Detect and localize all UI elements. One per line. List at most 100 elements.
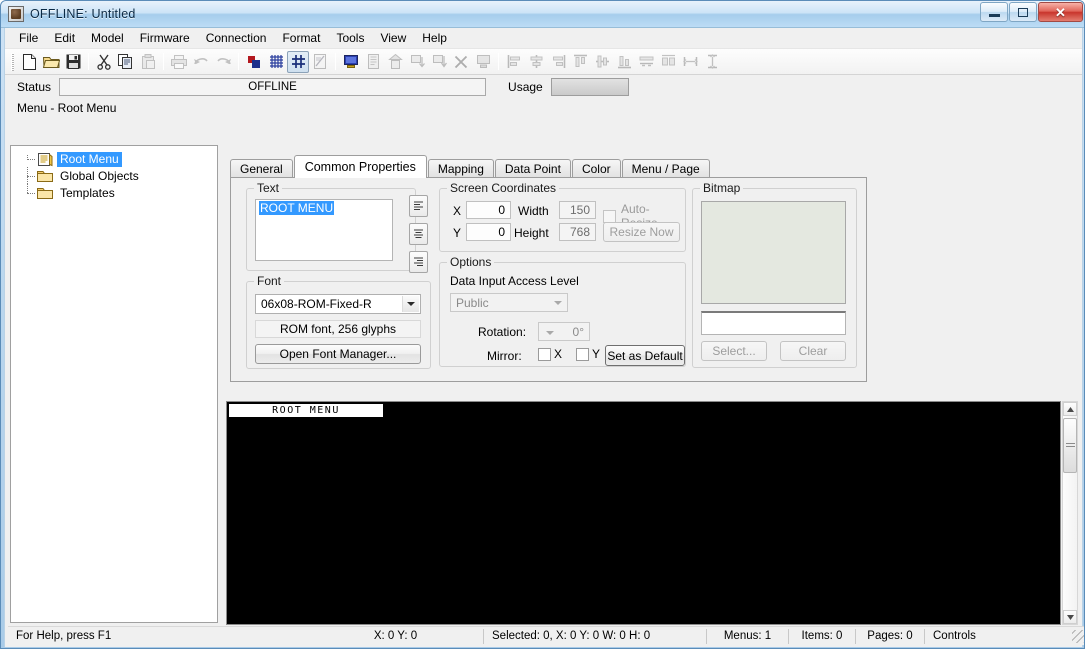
bitmap-clear-button[interactable]: Clear xyxy=(780,341,846,361)
align-right-text-icon[interactable] xyxy=(409,251,428,273)
open-folder-icon[interactable] xyxy=(40,51,62,73)
rotation-select[interactable]: 0° xyxy=(538,322,590,341)
tab-data-point[interactable]: Data Point xyxy=(494,159,571,178)
sidebar-item-global-objects[interactable]: Global Objects xyxy=(11,167,217,185)
canvas-area: ROOT MENU xyxy=(226,401,1078,642)
width-label: Width xyxy=(518,204,549,218)
export-menu-icon xyxy=(384,51,406,73)
menu-view[interactable]: View xyxy=(372,28,414,49)
scroll-thumb-vertical[interactable] xyxy=(1063,418,1077,473)
toolbar-grip[interactable] xyxy=(11,52,14,71)
open-font-manager-button[interactable]: Open Font Manager... xyxy=(255,344,421,364)
menu-tools[interactable]: Tools xyxy=(328,28,372,49)
insert-above-icon xyxy=(406,51,428,73)
common-properties-panel: Text ROOT MENU Font 06x08-ROM-Fixed-R RO… xyxy=(230,177,867,382)
bitmap-path-input[interactable] xyxy=(701,311,846,335)
mirror-x-checkbox[interactable] xyxy=(538,347,551,361)
mirror-x-row: X xyxy=(538,347,562,361)
usage-progress-bar xyxy=(550,78,629,96)
height-label: Height xyxy=(514,226,549,240)
align-left-text-icon[interactable] xyxy=(409,195,428,217)
tab-color[interactable]: Color xyxy=(571,159,621,178)
color-swatch-icon[interactable] xyxy=(243,51,265,73)
height-input[interactable]: 768 xyxy=(559,223,596,241)
align-top-icon xyxy=(569,51,591,73)
align-center-text-icon[interactable] xyxy=(409,223,428,245)
sidebar-item-root-menu[interactable]: Root Menu xyxy=(11,151,217,168)
font-select-value: 06x08-ROM-Fixed-R xyxy=(261,297,372,311)
app-icon xyxy=(8,6,24,22)
resize-grip[interactable] xyxy=(1072,630,1084,643)
scroll-down-button[interactable] xyxy=(1063,610,1077,624)
y-input[interactable]: 0 xyxy=(466,223,511,241)
x-input[interactable]: 0 xyxy=(466,201,511,219)
auto-resize-checkbox[interactable] xyxy=(603,209,616,223)
menu-file[interactable]: File xyxy=(11,28,46,49)
canvas-vertical-scrollbar[interactable] xyxy=(1062,401,1078,625)
mirror-y-checkbox[interactable] xyxy=(576,347,589,361)
close-button[interactable]: ✕ xyxy=(1038,2,1083,22)
maximize-button[interactable] xyxy=(1009,2,1037,22)
toolbar xyxy=(5,49,1082,75)
toolbar-separator xyxy=(88,53,89,70)
menu-format[interactable]: Format xyxy=(274,28,328,49)
mirror-y-label: Y xyxy=(592,347,601,361)
edit-page-icon xyxy=(309,51,331,73)
resize-now-button[interactable]: Resize Now xyxy=(603,222,680,242)
text-align-buttons xyxy=(409,195,428,273)
insert-below-icon xyxy=(428,51,450,73)
tab-common-properties[interactable]: Common Properties xyxy=(293,155,427,178)
font-select[interactable]: 06x08-ROM-Fixed-R xyxy=(255,294,421,314)
menu-preview-canvas[interactable]: ROOT MENU xyxy=(226,401,1061,625)
new-icon[interactable] xyxy=(18,51,40,73)
chevron-down-icon xyxy=(546,331,554,335)
chevron-down-icon xyxy=(402,296,419,312)
mirror-x-label: X xyxy=(554,347,563,361)
access-level-value: Public xyxy=(456,295,489,310)
align-middle-v-icon xyxy=(591,51,613,73)
menu-help[interactable]: Help xyxy=(414,28,455,49)
object-tree[interactable]: Root Menu Global Objects Templates xyxy=(10,145,218,623)
controls-label: Controls xyxy=(933,630,976,642)
selection-info: Selected: 0, X: 0 Y: 0 W: 0 H: 0 xyxy=(492,630,651,642)
import-menu-icon xyxy=(362,51,384,73)
text-input-value: ROOT MENU xyxy=(259,201,335,215)
scroll-up-button[interactable] xyxy=(1063,402,1077,416)
access-level-select[interactable]: Public xyxy=(450,293,568,312)
bitmap-select-button[interactable]: Select... xyxy=(701,341,767,361)
pages-count: Pages: 0 xyxy=(867,630,913,642)
text-input[interactable]: ROOT MENU xyxy=(255,199,393,261)
menu-edit[interactable]: Edit xyxy=(46,28,83,49)
menu-firmware[interactable]: Firmware xyxy=(132,28,198,49)
toolbar-separator xyxy=(163,53,164,70)
bitmap-legend: Bitmap xyxy=(700,181,744,195)
root-menu-preview[interactable]: ROOT MENU xyxy=(229,404,383,624)
monitor-preview-icon[interactable] xyxy=(340,51,362,73)
snap-to-grid-icon[interactable] xyxy=(287,50,309,73)
sidebar-item-templates[interactable]: Templates xyxy=(11,184,217,202)
maximize-icon xyxy=(1018,7,1028,17)
window-title: OFFLINE: Untitled xyxy=(30,7,136,21)
toolbar-separator xyxy=(238,53,239,70)
align-right-icon xyxy=(547,51,569,73)
minimize-button[interactable] xyxy=(980,2,1008,22)
save-disk-icon[interactable] xyxy=(62,51,84,73)
menus-count: Menus: 1 xyxy=(723,630,772,642)
set-as-default-button[interactable]: Set as Default xyxy=(605,345,685,366)
minimize-icon xyxy=(988,13,1000,17)
delete-x-icon xyxy=(450,51,472,73)
tree-connector xyxy=(19,167,37,185)
tab-mapping[interactable]: Mapping xyxy=(427,159,494,178)
bitmap-preview xyxy=(701,201,846,304)
menu-model[interactable]: Model xyxy=(83,28,132,49)
tab-menu-page[interactable]: Menu / Page xyxy=(621,159,710,178)
text-group: Text ROOT MENU xyxy=(246,181,416,271)
menu-connection[interactable]: Connection xyxy=(198,28,275,49)
tab-general[interactable]: General xyxy=(230,159,293,178)
copy-icon[interactable] xyxy=(115,51,137,73)
font-group-legend: Font xyxy=(254,274,285,288)
menu-bar: File Edit Model Firmware Connection Form… xyxy=(5,28,1082,49)
grid-show-icon[interactable] xyxy=(265,51,287,73)
cut-scissors-icon[interactable] xyxy=(93,51,115,73)
width-input[interactable]: 150 xyxy=(559,201,596,219)
